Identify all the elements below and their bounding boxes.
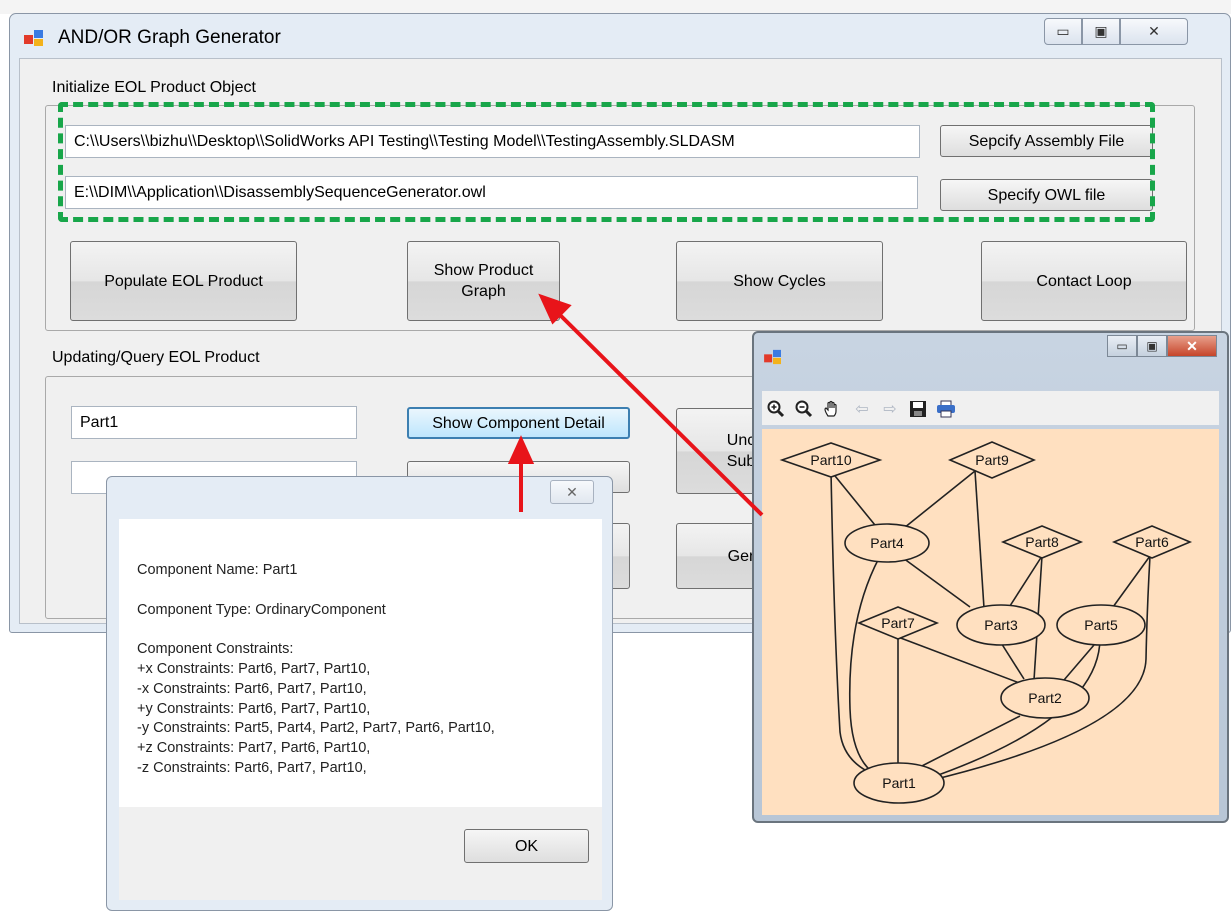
minimize-icon: ▭ xyxy=(1116,339,1128,353)
graph-canvas: Part10 Part9 Part4 Part8 Part6 Part7 Par… xyxy=(762,429,1219,815)
node-label: Part7 xyxy=(881,615,915,631)
detail-line: -y Constraints: Part5, Part4, Part2, Par… xyxy=(137,720,495,737)
edge-part9-part3 xyxy=(974,470,985,609)
edge-part8-part3 xyxy=(1007,555,1043,610)
detail-line: Component Name: Part1 xyxy=(137,562,298,578)
back-arrow-icon[interactable]: ⇦ xyxy=(852,399,872,419)
node-label: Part9 xyxy=(975,452,1009,468)
product-graph: Part10 Part9 Part4 Part8 Part6 Part7 Par… xyxy=(779,441,1193,804)
component-detail-dialog: ✕ OK Component Name: Part1 Component Typ… xyxy=(106,476,613,911)
detail-line: Component Constraints: xyxy=(137,641,294,658)
graph-toolbar: ⇦ ⇨ xyxy=(762,391,1219,425)
close-icon: ✕ xyxy=(1148,23,1160,39)
detail-line: +z Constraints: Part7, Part6, Part10, xyxy=(137,740,371,757)
node-label: Part3 xyxy=(984,617,1018,633)
zoom-in-icon[interactable] xyxy=(766,399,786,419)
ok-button[interactable]: OK xyxy=(464,829,589,863)
detail-line: +x Constraints: Part6, Part7, Part10, xyxy=(137,660,371,677)
detail-line: +y Constraints: Part6, Part7, Part10, xyxy=(137,700,371,717)
minimize-button[interactable]: ▭ xyxy=(1044,18,1082,45)
show-product-graph-button[interactable]: Show Product Graph xyxy=(407,241,560,321)
detail-line: -z Constraints: Part6, Part7, Part10, xyxy=(137,759,367,776)
group-updating-label: Updating/Query EOL Product xyxy=(52,349,260,367)
show-cycles-button[interactable]: Show Cycles xyxy=(676,241,883,321)
dialog-close-button[interactable]: ✕ xyxy=(550,480,594,504)
detail-line: -x Constraints: Part6, Part7, Part10, xyxy=(137,680,367,697)
product-graph-window: ▭ ▣ ✕ ⇦ ⇨ Part10 Part9 Part4 Part8 Part6… xyxy=(752,331,1229,823)
zoom-out-icon[interactable] xyxy=(794,399,814,419)
maximize-icon: ▣ xyxy=(1146,339,1158,353)
edge-part2-part1 xyxy=(913,715,1021,771)
edge-part4-part1 xyxy=(848,557,882,778)
node-label: Part5 xyxy=(1084,617,1118,633)
populate-product-button[interactable]: Populate EOL Product xyxy=(70,241,297,321)
node-label: Part1 xyxy=(882,775,916,791)
graph-maximize-button[interactable]: ▣ xyxy=(1137,335,1167,357)
edge-part9-part4 xyxy=(898,470,976,533)
node-label: Part2 xyxy=(1028,690,1062,706)
graph-close-button[interactable]: ✕ xyxy=(1167,335,1217,357)
node-label: Part6 xyxy=(1135,534,1169,550)
minimize-icon: ▭ xyxy=(1056,23,1070,39)
maximize-icon: ▣ xyxy=(1094,23,1108,39)
print-icon[interactable] xyxy=(936,399,956,419)
edge-part4-part3 xyxy=(902,557,971,608)
close-button[interactable]: ✕ xyxy=(1120,18,1188,45)
detail-line xyxy=(137,581,495,601)
detail-line: Component Type: OrdinaryComponent xyxy=(137,601,386,618)
app-icon xyxy=(764,349,781,365)
show-component-detail-button[interactable]: Show Component Detail xyxy=(407,407,630,439)
detail-line xyxy=(137,620,495,640)
node-label: Part8 xyxy=(1025,534,1059,550)
node-label: Part4 xyxy=(870,535,904,551)
component-name-input[interactable]: Part1 xyxy=(71,406,357,439)
title-bar[interactable]: AND/OR Graph Generator ▭ ▣ ✕ xyxy=(10,14,1230,58)
contact-loop-button[interactable]: Contact Loop xyxy=(981,241,1187,321)
graph-caption-buttons: ▭ ▣ ✕ xyxy=(1107,335,1217,357)
dialog-button-bar: OK xyxy=(119,807,602,900)
edge-part6-part1 xyxy=(927,555,1151,782)
window-title: AND/OR Graph Generator xyxy=(58,27,281,48)
highlight-dashed-border xyxy=(58,102,1155,222)
close-icon: ✕ xyxy=(566,483,578,500)
group-initialize-label: Initialize EOL Product Object xyxy=(52,79,256,97)
caption-buttons: ▭ ▣ ✕ xyxy=(1044,18,1188,45)
save-icon[interactable] xyxy=(908,399,928,419)
edge-part10-part4 xyxy=(830,470,880,531)
pan-hand-icon[interactable] xyxy=(822,399,842,419)
node-label: Part10 xyxy=(810,452,851,468)
component-detail-text: Component Name: Part1 Component Type: Or… xyxy=(137,561,495,779)
graph-minimize-button[interactable]: ▭ xyxy=(1107,335,1137,357)
forward-arrow-icon[interactable]: ⇨ xyxy=(880,399,900,419)
maximize-button[interactable]: ▣ xyxy=(1082,18,1120,45)
close-icon: ✕ xyxy=(1186,337,1198,354)
background-window-strip xyxy=(0,0,1231,14)
edge-part6-part5 xyxy=(1112,555,1151,608)
app-icon xyxy=(24,30,43,46)
